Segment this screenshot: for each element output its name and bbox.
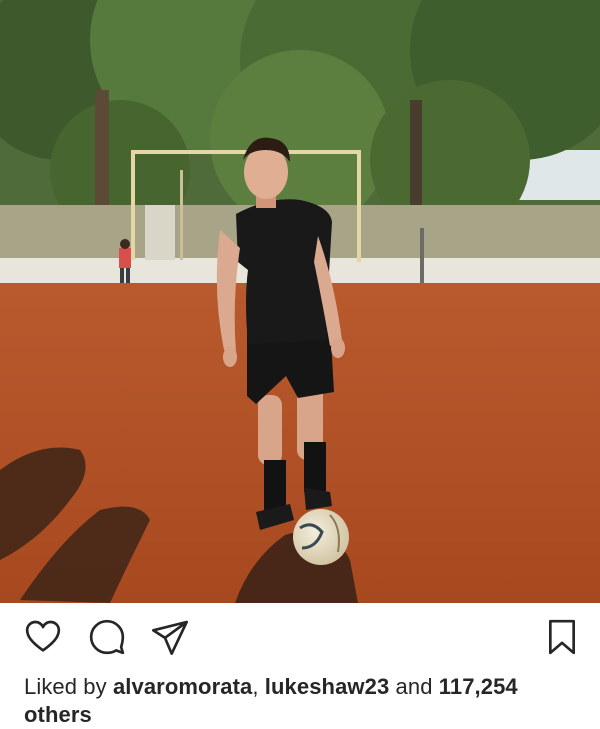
liked-by-prefix: Liked by [24,674,113,699]
comment-icon[interactable] [85,615,129,659]
liker-username[interactable]: lukeshaw23 [265,674,390,699]
likes-separator: , [252,674,265,699]
liker-username[interactable]: alvaromorata [113,674,252,699]
likes-connector: and [389,674,439,699]
heart-icon[interactable] [21,615,65,659]
bookmark-icon[interactable] [540,615,584,659]
likes-summary: Liked by alvaromorata, lukeshaw23 and 11… [24,673,584,729]
post-photo[interactable] [0,0,600,603]
action-bar [0,603,600,670]
direct-share-icon[interactable] [148,615,192,659]
